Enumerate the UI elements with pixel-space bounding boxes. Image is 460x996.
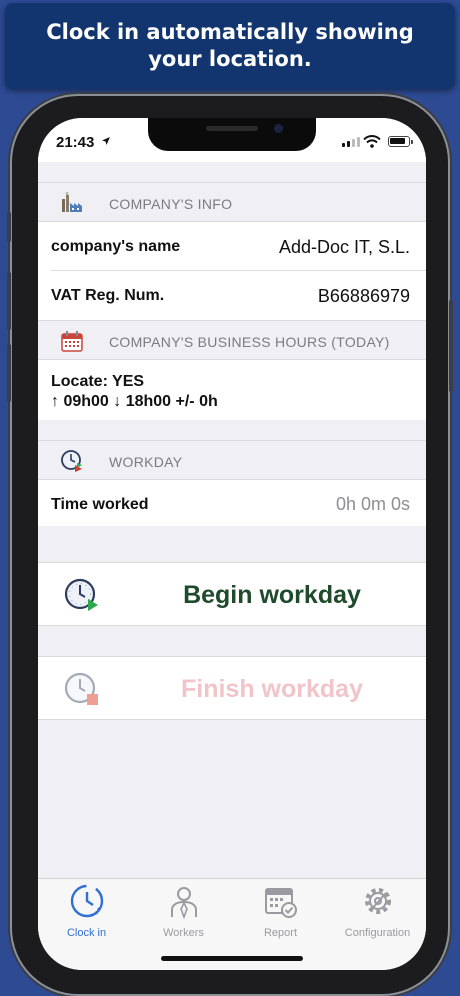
factory-icon xyxy=(62,192,82,212)
section-title: COMPANY'S BUSINESS HOURS (TODAY) xyxy=(109,334,390,350)
time-worked-value: 0h 0m 0s xyxy=(335,494,410,514)
camera xyxy=(274,124,283,133)
section-header-workday: WORKDAY xyxy=(38,440,426,480)
clock-icon xyxy=(61,450,82,472)
company-name-label: company's name xyxy=(51,238,181,255)
row-divider xyxy=(51,270,426,271)
gear-icon xyxy=(364,888,391,914)
finish-workday-button[interactable]: Finish workday xyxy=(38,656,426,720)
company-info-list: company's name Add-Doc IT, S.L. VAT Reg.… xyxy=(38,222,426,320)
location-arrow-icon xyxy=(102,137,110,145)
battery-icon xyxy=(388,136,410,147)
company-name-value: Add-Doc IT, S.L. xyxy=(278,237,410,257)
volume-down-button xyxy=(7,344,11,402)
tab-configuration[interactable]: Configuration xyxy=(329,883,426,939)
tab-label: Report xyxy=(263,927,298,939)
tab-workers[interactable]: Workers xyxy=(135,883,232,939)
home-indicator xyxy=(161,956,303,961)
banner-text: Clock in automatically showing your loca… xyxy=(46,20,414,71)
tab-report[interactable]: Report xyxy=(232,883,329,939)
section-title: COMPANY'S INFO xyxy=(109,196,233,212)
power-button xyxy=(449,300,453,392)
app-screen: 21:43 COMPANY'S INFO company's name Add-… xyxy=(38,118,426,970)
speaker xyxy=(206,126,258,131)
volume-up-button xyxy=(7,272,11,330)
section-header-company-info: COMPANY'S INFO xyxy=(38,182,426,222)
status-time: 21:43 xyxy=(56,134,95,151)
time-worked-row: Time worked 0h 0m 0s xyxy=(38,480,426,526)
status-bar: 21:43 xyxy=(38,118,426,162)
tab-clock-in[interactable]: Clock in xyxy=(38,883,135,939)
tab-label: Workers xyxy=(163,927,204,939)
vat-value: B66886979 xyxy=(317,286,410,306)
locate-status: Locate: YES xyxy=(51,373,145,390)
mute-switch xyxy=(7,212,11,242)
calendar-icon xyxy=(61,331,83,352)
clock-icon xyxy=(70,884,103,918)
calendar-check-icon xyxy=(264,888,297,918)
tab-label: Clock in xyxy=(66,927,107,939)
business-hours-row: Locate: YES ↑ 09h00 ↓ 18h00 +/- 0h xyxy=(38,360,426,420)
tab-label: Configuration xyxy=(344,927,411,939)
business-hours-value: ↑ 09h00 ↓ 18h00 +/- 0h xyxy=(51,393,218,410)
worker-icon xyxy=(170,887,197,920)
time-worked-label: Time worked xyxy=(51,496,149,513)
signal-icon xyxy=(342,137,360,147)
section-title: WORKDAY xyxy=(109,454,183,470)
begin-workday-button[interactable]: Begin workday xyxy=(38,562,426,626)
wifi-icon xyxy=(363,135,381,148)
promo-banner: Clock in automatically showing your loca… xyxy=(5,3,455,89)
notch xyxy=(148,118,316,151)
finish-workday-label: Finish workday xyxy=(181,675,363,703)
battery-tip xyxy=(411,140,413,144)
begin-workday-label: Begin workday xyxy=(183,581,361,609)
vat-label: VAT Reg. Num. xyxy=(51,287,165,304)
section-header-business-hours: COMPANY'S BUSINESS HOURS (TODAY) xyxy=(38,320,426,360)
